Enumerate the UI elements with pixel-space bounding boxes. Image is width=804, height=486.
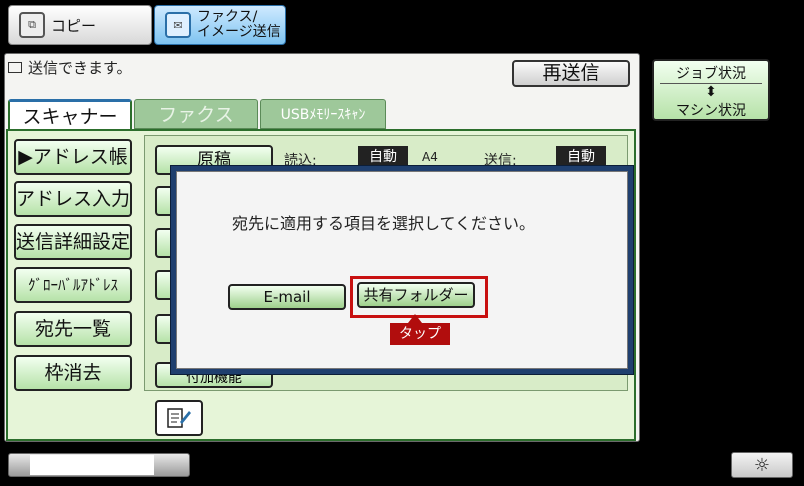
dialog-message: 宛先に適用する項目を選択してください。	[232, 214, 536, 233]
fax-send-icon: ✉	[165, 12, 191, 38]
brightness-button[interactable]: ☼	[731, 452, 793, 478]
status-bar-fill	[30, 455, 154, 475]
tap-pointer-arrow	[408, 314, 422, 323]
copy-mode-label: コピー	[51, 16, 97, 35]
tap-highlight-frame	[350, 276, 488, 318]
edit-document-icon	[167, 408, 191, 428]
address-entry-button[interactable]: アドレス入力	[14, 181, 132, 217]
machine-status-label: マシン状況	[676, 103, 746, 119]
send-settings-button[interactable]: 送信詳細設定	[14, 224, 132, 260]
destination-list-button[interactable]: 宛先一覧	[14, 311, 132, 347]
address-book-button[interactable]: ▶アドレス帳	[14, 139, 132, 175]
envelope-icon	[8, 61, 22, 73]
resend-button[interactable]: 再送信	[512, 60, 630, 87]
erase-button[interactable]: 枠消去	[14, 355, 132, 391]
email-button[interactable]: E-mail	[228, 284, 346, 310]
edit-icon-button[interactable]	[155, 400, 203, 436]
copy-icon: ⧉	[19, 12, 45, 38]
tab-scanner[interactable]: スキャナー	[8, 99, 132, 131]
job-status-label: ジョブ状況	[660, 63, 762, 84]
tab-fax[interactable]: ファクス	[134, 99, 258, 129]
brightness-icon: ☼	[753, 455, 771, 476]
job-status-button[interactable]: ジョブ状況 ⬍ マシン状況	[652, 59, 770, 121]
paper-size: A4	[422, 150, 438, 164]
global-address-button[interactable]: ｸﾞﾛｰﾊﾞﾙｱﾄﾞﾚｽ	[14, 267, 132, 303]
copy-mode-tab[interactable]: ⧉ コピー	[8, 5, 152, 45]
tap-label: タップ	[390, 323, 450, 345]
fax-image-send-mode-tab[interactable]: ✉ ファクス/ イメージ送信	[154, 5, 286, 45]
status-message: 送信できます。	[28, 58, 132, 77]
tab-usb-memory-scan[interactable]: USBﾒﾓﾘｰｽｷｬﾝ	[260, 99, 386, 129]
fax-mode-label-line2: イメージ送信	[197, 24, 281, 40]
fax-mode-label-line1: ファクス/	[197, 9, 258, 25]
swap-arrow-icon: ⬍	[705, 84, 717, 100]
